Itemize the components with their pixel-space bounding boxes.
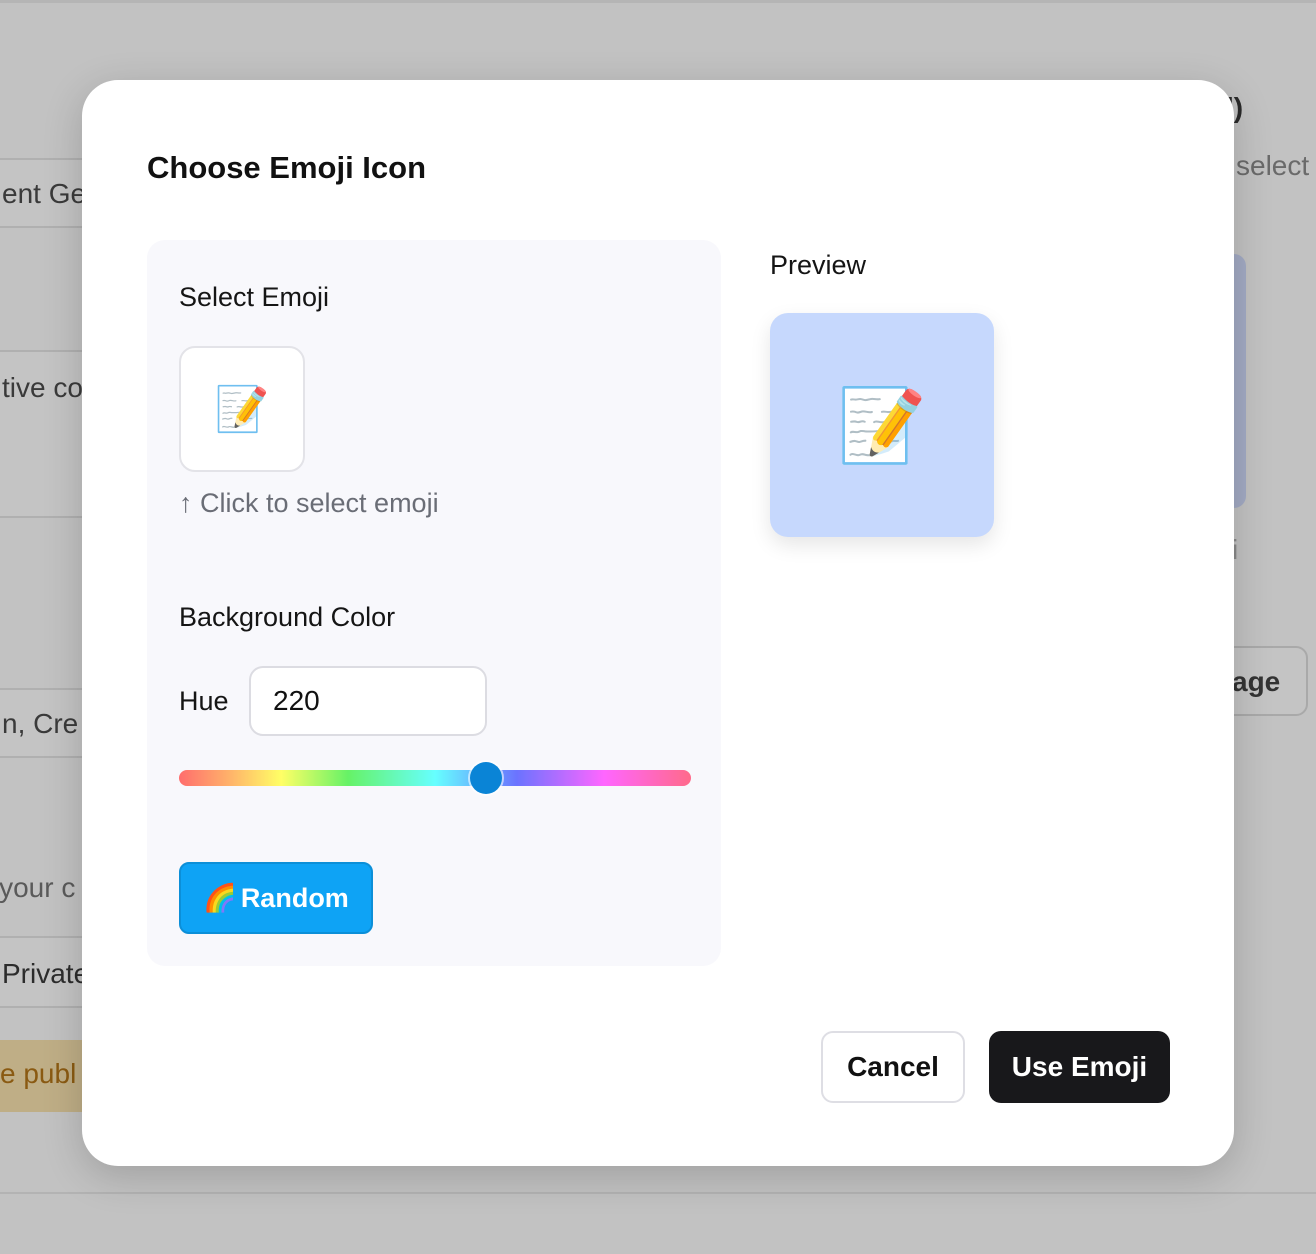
select-emoji-hint: ↑ Click to select emoji	[179, 488, 439, 518]
emoji-picker-button[interactable]: 📝	[179, 346, 305, 472]
background-help-text: r your c	[0, 872, 76, 903]
background-subtitle-fragment: select	[1236, 150, 1310, 181]
memo-emoji-icon: 📝	[214, 385, 270, 434]
settings-panel: Select Emoji 📝 ↑ Click to select emoji B…	[147, 240, 721, 966]
select-emoji-label: Select Emoji	[179, 282, 330, 312]
background-bottom-divider	[0, 1192, 1316, 1194]
hue-slider-thumb[interactable]	[470, 762, 503, 794]
background-color-label: Background Color	[179, 602, 396, 632]
random-button-label: Random	[240, 882, 349, 913]
dialog-title: Choose Emoji Icon	[147, 150, 427, 185]
hue-input[interactable]	[249, 666, 487, 736]
hue-slider[interactable]	[179, 762, 691, 794]
preview-label: Preview	[770, 250, 867, 280]
emoji-icon-dialog: Choose Emoji Icon Select Emoji 📝 ↑ Click…	[82, 80, 1234, 1166]
hue-label: Hue	[179, 686, 229, 716]
background-top-divider	[0, 0, 1316, 3]
emoji-preview: 📝	[770, 313, 994, 537]
cancel-button[interactable]: Cancel	[821, 1031, 965, 1103]
rainbow-icon: 🌈	[203, 883, 237, 913]
use-emoji-button[interactable]: Use Emoji	[989, 1031, 1170, 1103]
random-button[interactable]: 🌈 Random	[179, 862, 373, 934]
memo-emoji-preview-icon: 📝	[837, 385, 927, 466]
